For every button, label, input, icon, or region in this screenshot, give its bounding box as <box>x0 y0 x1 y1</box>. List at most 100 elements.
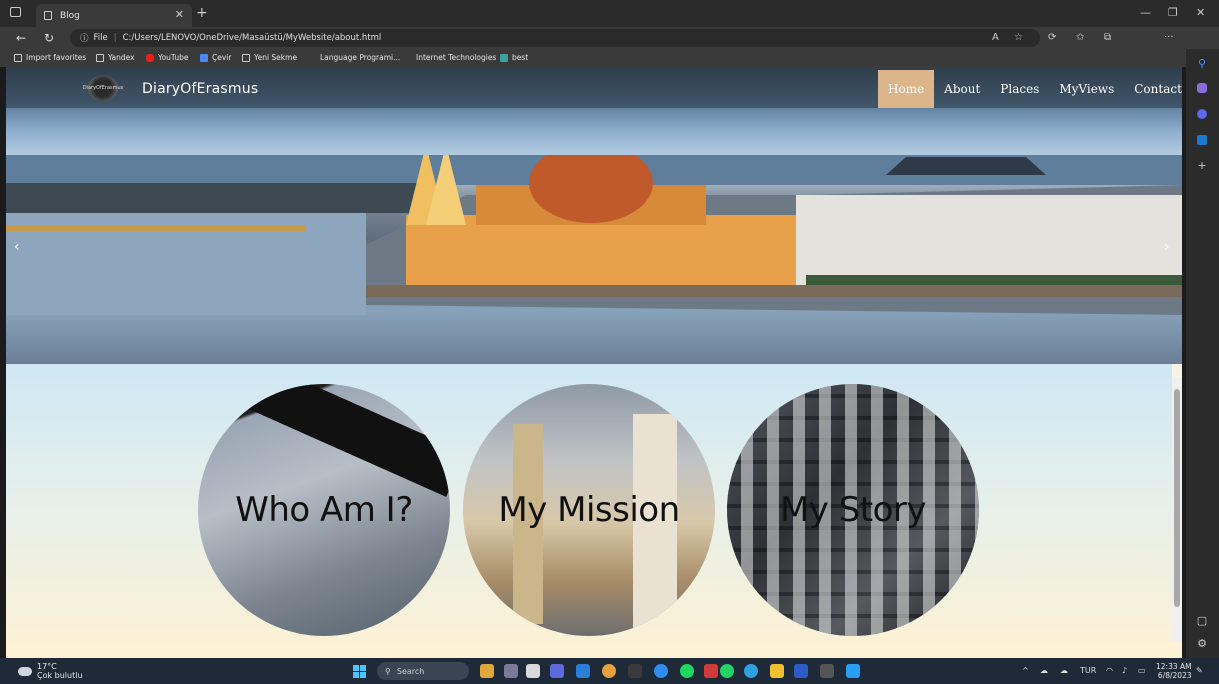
whatsapp-app-icon[interactable] <box>720 664 734 678</box>
browser-tab[interactable]: Blog ✕ <box>36 4 192 27</box>
widgets-app-icon[interactable] <box>480 664 494 678</box>
edge-sidebar: ⚲ + ▢ ⚙ <box>1186 49 1219 658</box>
url-separator: | <box>113 33 117 43</box>
favorite-label: Internet Technologies <box>416 53 497 62</box>
terminal-app-icon[interactable] <box>820 664 834 678</box>
favorite-yandex[interactable]: Yandex <box>96 53 135 62</box>
windows-start-icon[interactable] <box>353 665 366 678</box>
volume-icon[interactable]: ♪ <box>1122 666 1127 675</box>
read-aloud-icon[interactable]: A <box>992 32 999 43</box>
tab-actions-icon[interactable] <box>10 7 21 17</box>
app-icon[interactable] <box>704 664 718 678</box>
onedrive-icon[interactable]: ☁ <box>1060 666 1068 675</box>
spotify-app-icon[interactable] <box>680 664 694 678</box>
parliament-image <box>6 155 1182 315</box>
carousel-prev-icon[interactable]: ‹ <box>14 239 20 255</box>
close-window-button[interactable]: ✕ <box>1196 6 1205 19</box>
menu-places[interactable]: Places <box>990 70 1049 108</box>
vscode-app-icon[interactable] <box>846 664 860 678</box>
page-scrollbar[interactable] <box>1172 377 1182 642</box>
search-icon[interactable]: ⚲ <box>1196 57 1208 70</box>
translate-icon <box>200 53 208 62</box>
close-tab-icon[interactable]: ✕ <box>175 8 184 21</box>
browser-titlebar: Blog ✕ + — ❐ ✕ <box>0 0 1219 27</box>
youtube-icon <box>146 53 154 62</box>
windows-taskbar: 17°C Çok bulutlu ⚲ Search ^ ☁ ☁ TUR ◠ ♪ … <box>0 658 1219 684</box>
clock-time: 12:33 AM <box>1156 662 1192 671</box>
favorite-youtube[interactable]: YouTube <box>146 53 189 62</box>
favorites-icon[interactable]: ✩ <box>1076 32 1084 43</box>
task-view-icon[interactable] <box>504 664 518 678</box>
carousel-next-icon[interactable]: › <box>1164 239 1170 255</box>
chevron-up-icon[interactable]: ^ <box>1022 666 1029 675</box>
favorite-label: Language Programi... <box>320 53 401 62</box>
weather-desc: Çok bulutlu <box>37 671 83 680</box>
page-icon <box>44 11 52 20</box>
favorite-import[interactable]: Import favorites <box>14 53 86 62</box>
wifi-icon[interactable]: ◠ <box>1106 666 1113 675</box>
weather-widget[interactable]: 17°C Çok bulutlu <box>18 662 83 680</box>
favorite-label: Çevir <box>212 53 232 62</box>
about-cards-section: Who Am I? My Mission My Story <box>6 364 1172 642</box>
refresh-icon[interactable]: ↻ <box>44 31 54 45</box>
taskbar-clock[interactable]: 12:33 AM 6/8/2023 <box>1156 662 1192 680</box>
outlook-icon[interactable] <box>1197 135 1207 145</box>
edge-app-icon[interactable] <box>744 664 758 678</box>
cloud-icon <box>18 666 32 676</box>
favorite-language-programs[interactable]: Language Programi... <box>320 53 400 62</box>
favorite-internet-technologies[interactable]: Internet Technologies <box>416 53 496 62</box>
favorite-best[interactable]: best <box>500 53 528 62</box>
address-field[interactable]: ⓘ File | C:/Users/LENOVO/OneDrive/Masaüs… <box>70 29 1040 47</box>
cloud-sync-icon[interactable]: ☁ <box>1040 666 1048 675</box>
tab-title: Blog <box>60 10 80 21</box>
import-icon <box>14 53 22 62</box>
office-icon[interactable] <box>1197 109 1207 119</box>
search-icon: ⚲ <box>385 666 391 676</box>
calculator-app-icon[interactable] <box>628 664 642 678</box>
sidebar-panel-icon[interactable]: ▢ <box>1196 614 1208 627</box>
house-of-terror-image <box>198 384 450 497</box>
more-menu-icon[interactable]: ··· <box>1164 32 1174 43</box>
language-indicator[interactable]: TUR <box>1080 666 1096 675</box>
favorite-new-tab[interactable]: Yeni Sekme <box>242 53 297 62</box>
menu-myviews[interactable]: MyViews <box>1049 70 1124 108</box>
favorite-translate[interactable]: Çevir <box>200 53 231 62</box>
card-who-am-i[interactable]: Who Am I? <box>198 384 450 636</box>
page-icon <box>242 53 250 62</box>
menu-about[interactable]: About <box>934 70 990 108</box>
info-icon[interactable]: ⓘ <box>80 32 89 44</box>
word-app-icon[interactable] <box>794 664 808 678</box>
menu-contact[interactable]: Contact <box>1124 70 1182 108</box>
file-explorer-icon[interactable] <box>770 664 784 678</box>
menu-home[interactable]: Home <box>878 70 935 108</box>
page-icon <box>96 53 104 62</box>
notification-icon[interactable]: ✎ <box>1196 666 1203 675</box>
site-logo[interactable]: DiaryOfErasmus <box>83 75 123 101</box>
minimize-button[interactable]: — <box>1140 6 1151 19</box>
site-brand[interactable]: DiaryOfErasmus <box>142 81 258 97</box>
shopping-tag-icon[interactable] <box>1197 83 1207 93</box>
card-my-story[interactable]: My Story <box>727 384 979 636</box>
refresh-extension-icon[interactable]: ⟳ <box>1048 32 1056 43</box>
main-menu: Home About Places MyViews Contact <box>878 70 1182 108</box>
add-icon[interactable]: + <box>1196 159 1208 172</box>
back-arrow-icon[interactable]: ← <box>16 31 26 45</box>
url-text: C:/Users/LENOVO/OneDrive/Masaüstü/MyWebs… <box>122 33 382 43</box>
app-icon[interactable] <box>654 664 668 678</box>
favorite-label: best <box>512 53 529 62</box>
card-caption: My Mission <box>498 490 680 530</box>
restore-button[interactable]: ❐ <box>1168 6 1178 19</box>
files-app-icon[interactable] <box>526 664 540 678</box>
collections-icon[interactable]: ⧉ <box>1104 32 1111 43</box>
card-my-mission[interactable]: My Mission <box>463 384 715 636</box>
scrollbar-thumb[interactable] <box>1174 389 1180 607</box>
gear-icon[interactable]: ⚙ <box>1196 637 1208 650</box>
mail-app-icon[interactable] <box>576 664 590 678</box>
chrome-app-icon[interactable] <box>602 664 616 678</box>
battery-icon[interactable]: ▭ <box>1138 666 1146 675</box>
page-viewport: DiaryOfErasmus DiaryOfErasmus Home About… <box>6 67 1182 658</box>
teams-app-icon[interactable] <box>550 664 564 678</box>
taskbar-search[interactable]: ⚲ Search <box>377 662 469 680</box>
new-tab-button[interactable]: + <box>196 5 208 21</box>
favorite-star-icon[interactable]: ☆ <box>1014 32 1023 43</box>
